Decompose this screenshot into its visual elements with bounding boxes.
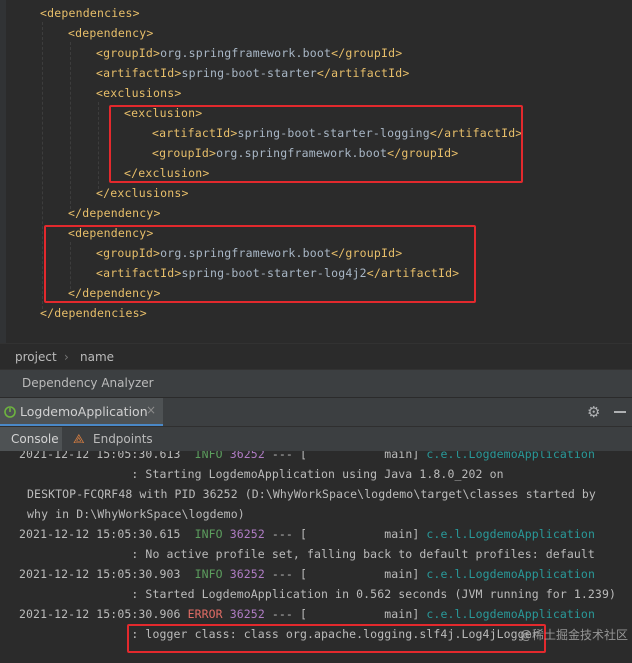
tab-dependency-analyzer[interactable]: Dependency Analyzer <box>22 376 154 390</box>
highlight-box-log4j2-dependency <box>44 225 476 303</box>
console-line: 2021-12-12 15:05:30.906 ERROR 36252 --- … <box>19 607 595 621</box>
highlight-box-logger-class <box>127 624 546 653</box>
highlight-box-exclusion <box>109 105 523 183</box>
console-line: 2021-12-12 15:05:30.903 INFO 36252 --- [… <box>19 567 595 581</box>
breadcrumb: project › name <box>0 343 632 370</box>
code-line: </exclusions> <box>96 186 189 200</box>
minimize-icon[interactable] <box>614 411 626 413</box>
xml-editor[interactable]: <dependencies> <dependency> <groupId>org.s… <box>0 0 632 343</box>
console-line: 2021-12-12 15:05:30.613 INFO 36252 --- [… <box>19 451 595 461</box>
console-line: : Started LogdemoApplication in 0.562 se… <box>19 587 617 601</box>
tab-console-label: Console <box>11 432 59 446</box>
console-line: why in D:\WhyWorkSpace\logdemo) <box>20 507 245 521</box>
code-line: <groupId>org.springframework.boot</group… <box>96 46 403 60</box>
indent-guide <box>42 22 43 314</box>
dependency-analyzer-tab-bar: Dependency Analyzer <box>0 369 632 398</box>
endpoints-icon: ⟁ <box>73 432 85 447</box>
watermark: @稀土掘金技术社区 <box>520 628 629 642</box>
code-line: </dependency> <box>68 206 161 220</box>
code-line: <artifactId>spring-boot-starter</artifac… <box>96 66 410 80</box>
run-sub-tabs: Console ⟁ Endpoints <box>0 426 632 452</box>
gear-icon[interactable]: ⚙ <box>587 403 600 421</box>
tab-endpoints[interactable]: Endpoints <box>93 432 153 446</box>
editor-gutter <box>0 0 6 343</box>
run-tab-logdemoapplication[interactable]: LogdemoApplication × <box>0 398 163 427</box>
breadcrumb-item-name[interactable]: name <box>80 350 114 364</box>
breadcrumb-item-project[interactable]: project <box>15 350 57 364</box>
run-tab-label: LogdemoApplication <box>20 404 148 419</box>
console-line: : No active profile set, falling back to… <box>19 547 595 561</box>
code-line: <dependencies> <box>40 6 140 20</box>
indent-guide <box>98 102 99 194</box>
console-line: DESKTOP-FCQRF48 with PID 36252 (D:\WhyWo… <box>20 487 596 501</box>
close-icon[interactable]: × <box>146 403 156 417</box>
run-tool-window-header: LogdemoApplication × ⚙ <box>0 397 632 427</box>
console-line: : Starting LogdemoApplication using Java… <box>19 467 504 481</box>
code-line: </dependencies> <box>40 306 147 320</box>
code-line: <dependency> <box>68 26 154 40</box>
breadcrumb-separator: › <box>64 350 69 364</box>
tab-console[interactable]: Console <box>0 427 62 451</box>
spring-boot-run-icon <box>4 406 16 418</box>
console-line: 2021-12-12 15:05:30.615 INFO 36252 --- [… <box>19 527 595 541</box>
indent-guide <box>70 42 71 214</box>
code-line: <exclusions> <box>96 86 182 100</box>
